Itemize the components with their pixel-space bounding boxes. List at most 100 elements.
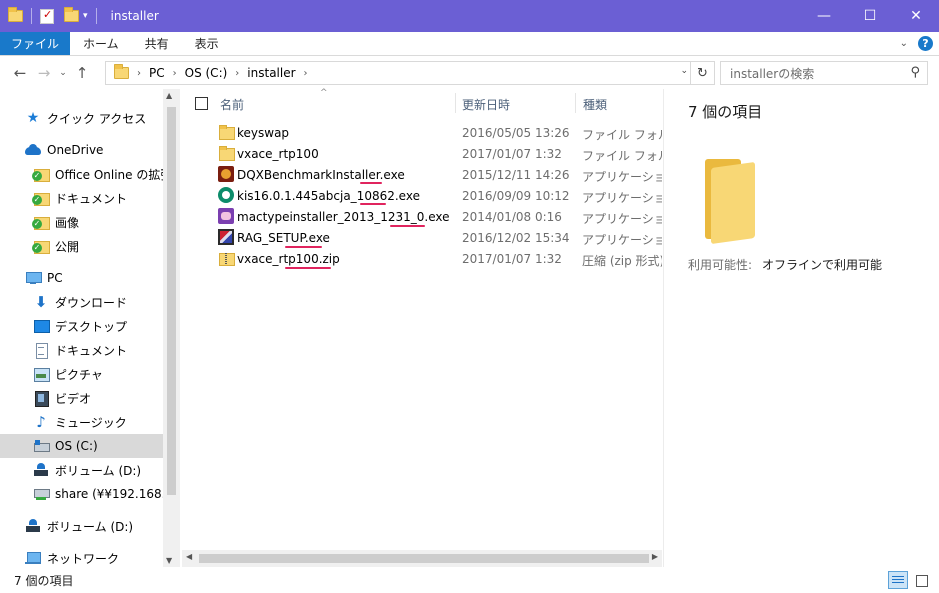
nav-item-share[interactable]: share (¥¥192.168.1.18 — [0, 482, 163, 506]
mactype-app-icon — [218, 208, 234, 224]
tab-file[interactable]: ファイル — [0, 32, 71, 55]
nav-item-office-online[interactable]: Office Online の拡張子 — [0, 162, 163, 186]
file-row-dqx[interactable]: DQXBenchmarkInstaller.exe 2015/12/11 14:… — [182, 164, 662, 185]
scroll-left-icon[interactable]: ◀ — [186, 552, 192, 561]
column-header-type[interactable]: 種類 — [583, 96, 607, 113]
toolbar-divider — [95, 8, 97, 24]
tab-home[interactable]: ホーム — [70, 32, 132, 55]
file-date: 2017/01/07 1:32 — [462, 252, 562, 266]
address-history-dropdown-icon[interactable]: ⌄ — [680, 66, 688, 76]
select-all-checkbox[interactable] — [195, 97, 208, 110]
scroll-up-icon[interactable]: ▲ — [166, 91, 172, 100]
up-arrow-icon[interactable]: ↑ — [70, 64, 94, 82]
details-pane: 7 個の項目 利用可能性: オフラインで利用可能 — [663, 89, 939, 567]
nav-item-label: デスクトップ — [55, 319, 128, 334]
maximize-button[interactable]: ☐ — [847, 0, 893, 32]
network-drive-icon — [33, 486, 50, 502]
recent-locations-chevron-icon[interactable]: ⌄ — [56, 68, 70, 78]
scroll-down-icon[interactable]: ▼ — [166, 556, 172, 565]
title-bar: ▾ installer — ☐ ✕ — [0, 0, 939, 32]
nav-item-downloads[interactable]: ⬇ ダウンロード — [0, 290, 163, 314]
file-row-rag[interactable]: RAG_SETUP.exe 2016/12/02 15:34 アプリケーション — [182, 227, 662, 248]
breadcrumb-installer[interactable]: installer — [247, 66, 295, 80]
large-icons-view-icon[interactable] — [911, 571, 931, 589]
minimize-button[interactable]: — — [801, 0, 847, 32]
chevron-right-icon[interactable]: › — [304, 68, 308, 79]
download-icon: ⬇ — [34, 293, 48, 311]
file-date: 2014/01/08 0:16 — [462, 210, 562, 224]
folder-icon — [218, 124, 235, 140]
tab-view[interactable]: 表示 — [182, 32, 232, 55]
status-bar: 7 個の項目 — [0, 567, 939, 593]
column-header-name[interactable]: 名前 — [220, 96, 244, 113]
music-icon: ♪ — [36, 413, 46, 431]
folder-icon[interactable] — [8, 7, 23, 22]
quick-access-star-icon: ★ — [26, 110, 40, 126]
new-folder-icon[interactable] — [64, 7, 79, 22]
nav-item-network[interactable]: ネットワーク — [0, 546, 163, 567]
chevron-right-icon[interactable]: › — [173, 68, 177, 79]
scroll-right-icon[interactable]: ▶ — [652, 552, 658, 561]
scrollbar-thumb[interactable] — [167, 107, 176, 495]
nav-item-documents[interactable]: ドキュメント — [0, 338, 163, 362]
nav-item-onedrive-public[interactable]: 公開 — [0, 234, 163, 258]
properties-icon[interactable] — [40, 8, 54, 24]
usb-drive-icon — [25, 518, 41, 534]
search-input[interactable]: installerの検索 ⚲ — [720, 61, 928, 85]
search-icon[interactable]: ⚲ — [910, 65, 920, 80]
folder-icon — [218, 145, 235, 161]
nav-item-volume-d[interactable]: ボリューム (D:) — [0, 458, 163, 482]
back-arrow-icon[interactable]: ← — [8, 64, 32, 82]
nav-item-desktop[interactable]: デスクトップ — [0, 314, 163, 338]
column-header-date[interactable]: 更新日時 — [462, 96, 510, 113]
address-bar[interactable]: › PC › OS (C:) › installer › ⌄ ↻ — [105, 61, 715, 85]
help-icon[interactable]: ? — [918, 36, 933, 51]
nav-item-music[interactable]: ♪ ミュージック — [0, 410, 163, 434]
nav-item-onedrive-pictures[interactable]: 画像 — [0, 210, 163, 234]
nav-item-pc[interactable]: PC — [0, 266, 163, 290]
file-row-vxace-folder[interactable]: vxace_rtp100 2017/01/07 1:32 ファイル フォルダー — [182, 143, 662, 164]
breadcrumb-os-c[interactable]: OS (C:) — [185, 66, 228, 80]
nav-item-os-c[interactable]: OS (C:) — [0, 434, 163, 458]
nav-item-volume-d-root[interactable]: ボリューム (D:) — [0, 514, 163, 538]
file-type: ファイル フォルダー — [582, 149, 662, 163]
scrollbar-thumb[interactable] — [199, 554, 649, 563]
customize-toolbar-dropdown-icon[interactable]: ▾ — [83, 11, 88, 21]
file-list-horizontal-scrollbar[interactable]: ◀ ▶ — [182, 550, 662, 567]
file-row-vxace-zip[interactable]: vxace_rtp100.zip 2017/01/07 1:32 圧縮 (zip… — [182, 248, 662, 269]
ribbon-tabs: ファイル ホーム 共有 表示 ⌄ ? — [0, 32, 939, 56]
folder-icon — [114, 64, 129, 79]
folder-synced-icon — [32, 238, 50, 254]
tab-share[interactable]: 共有 — [132, 32, 182, 55]
chevron-right-icon[interactable]: › — [235, 68, 239, 79]
nav-item-pictures[interactable]: ピクチャ — [0, 362, 163, 386]
file-list: ^ 名前 更新日時 種類 keyswap 2016/05/05 13:26 ファ… — [182, 88, 662, 567]
nav-item-onedrive[interactable]: OneDrive — [0, 138, 163, 162]
nav-item-videos[interactable]: ビデオ — [0, 386, 163, 410]
column-divider[interactable] — [455, 93, 456, 113]
extension-highlight-mark — [285, 246, 322, 248]
nav-item-onedrive-documents[interactable]: ドキュメント — [0, 186, 163, 210]
breadcrumb-pc[interactable]: PC — [149, 66, 165, 80]
column-divider[interactable] — [575, 93, 576, 113]
file-name: vxace_rtp100.zip — [237, 252, 340, 266]
extension-highlight-mark — [390, 225, 425, 227]
file-date: 2016/09/09 10:12 — [462, 189, 570, 203]
details-view-icon[interactable] — [888, 571, 908, 589]
drive-icon — [33, 438, 50, 454]
navigation-bar: ← → ⌄ ↑ › PC › OS (C:) › installer › ⌄ ↻… — [0, 57, 939, 89]
forward-arrow-icon[interactable]: → — [32, 64, 56, 82]
nav-item-label: 公開 — [55, 239, 80, 254]
chevron-right-icon[interactable]: › — [137, 68, 141, 79]
nav-pane-scrollbar[interactable]: ▲ ▼ — [163, 89, 180, 567]
file-name: keyswap — [237, 126, 290, 140]
nav-item-quick-access[interactable]: ★ クイック アクセス — [0, 106, 163, 130]
file-row-mactype[interactable]: mactypeinstaller_2013_1231_0.exe 2014/01… — [182, 206, 662, 227]
nav-item-label: ドキュメント — [55, 343, 128, 358]
nav-item-label: ビデオ — [55, 391, 92, 406]
close-button[interactable]: ✕ — [893, 0, 939, 32]
expand-ribbon-icon[interactable]: ⌄ — [900, 38, 908, 49]
file-row-keyswap[interactable]: keyswap 2016/05/05 13:26 ファイル フォルダー — [182, 122, 662, 143]
refresh-icon[interactable]: ↻ — [690, 62, 714, 84]
file-row-kis[interactable]: kis16.0.1.445abcja_10862.exe 2016/09/09 … — [182, 185, 662, 206]
